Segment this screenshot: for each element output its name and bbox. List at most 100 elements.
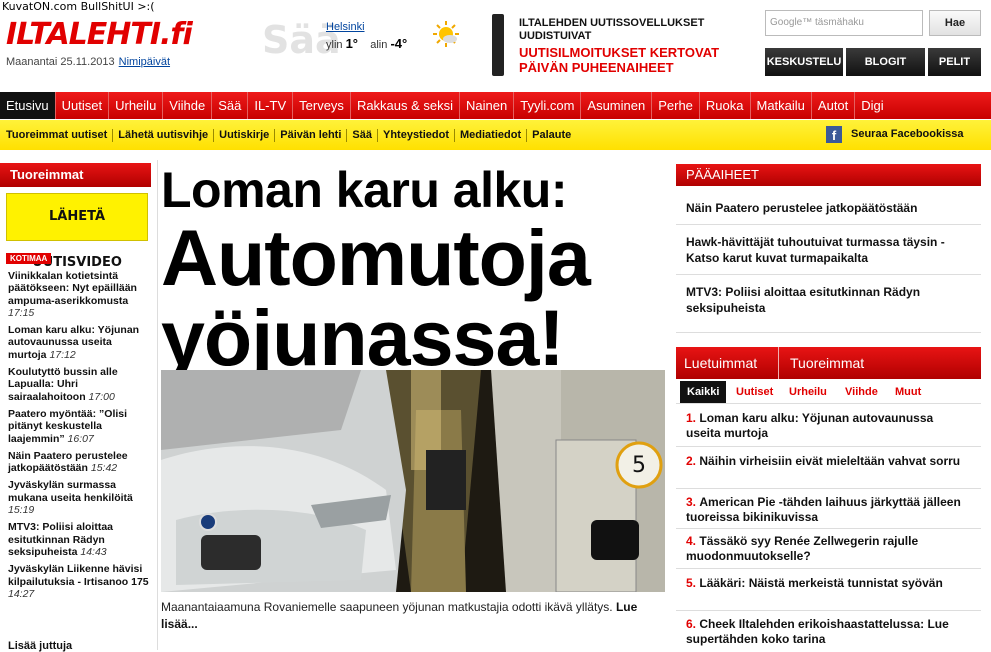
divider xyxy=(676,446,981,447)
subtab-muut[interactable]: Muut xyxy=(888,381,928,403)
tab-most-read[interactable]: Luetuimmat nyt xyxy=(676,347,779,403)
divider xyxy=(676,274,981,275)
rank-number: 5. xyxy=(686,576,697,590)
ranked-item[interactable]: 6. Cheek Iltalehden erikoishaastatteluss… xyxy=(686,617,971,647)
nav-item-etusivu[interactable]: Etusivu xyxy=(0,92,56,119)
svg-text:5: 5 xyxy=(632,453,646,478)
logo-main: ILTALEHTI xyxy=(6,17,161,52)
temp-low: -4° xyxy=(390,36,408,51)
nav-item-ruoka[interactable]: Ruoka xyxy=(700,92,751,119)
section-badge: KOTIMAA xyxy=(6,253,52,264)
list-item-time: 14:43 xyxy=(80,545,107,558)
ranked-item[interactable]: 4. Tässäkö syy Renée Zellwegerin rajulle… xyxy=(686,534,971,564)
subnav-item[interactable]: Lähetä uutisvihje xyxy=(113,128,215,142)
nav-item-iltv[interactable]: IL-TV xyxy=(248,92,294,119)
subnav-item[interactable]: Uutiskirje xyxy=(214,128,276,142)
list-item[interactable]: Paatero myöntää: ”Olisi pitänyt keskuste… xyxy=(8,408,149,445)
list-item[interactable]: Jyväskylän surmassa mukana useita henkil… xyxy=(8,479,149,516)
subtab-kaikki[interactable]: Kaikki xyxy=(680,381,727,403)
send-video-banner[interactable]: LÄHETÄ UUTISVIDEO xyxy=(6,193,148,270)
list-item[interactable]: MTV3: Poliisi aloittaa esitutkinnan Rädy… xyxy=(8,521,149,558)
caption-text: Maanantaiaamuna Rovaniemelle saapuneen y… xyxy=(161,600,613,614)
nav-item-viihde[interactable]: Viihde xyxy=(163,92,213,119)
facebook-follow-link[interactable]: Seuraa Facebookissa xyxy=(851,128,964,140)
list-item[interactable]: Koulutyttö bussin alle Lapualla: Uhri sa… xyxy=(8,366,149,403)
top-stories-header: PÄÄAIHEET xyxy=(676,164,981,186)
ranked-item[interactable]: 1. Loman karu alku: Yöjunan autovaunussa… xyxy=(686,411,971,441)
headline-line-1: Automutoja xyxy=(161,213,591,302)
nav-item-digi[interactable]: Digi xyxy=(855,92,889,119)
ranked-title: Näihin virheisiin eivät mieleltään vahva… xyxy=(699,454,961,468)
list-item-time: 17:15 xyxy=(8,306,35,319)
ranked-item[interactable]: 3. American Pie -tähden laihuus järkyttä… xyxy=(686,495,971,525)
headline-line-2: yöjunassa! xyxy=(161,293,565,382)
nav-item-saa[interactable]: Sää xyxy=(212,92,249,119)
site-logo[interactable]: ILTALEHTI.fi xyxy=(6,17,193,52)
photo-caption: Maanantaiaamuna Rovaniemelle saapuneen y… xyxy=(161,599,666,633)
divider xyxy=(676,488,981,489)
search-button[interactable]: Hae xyxy=(929,10,981,36)
weather-city-link[interactable]: Helsinki xyxy=(326,21,365,33)
rank-number: 6. xyxy=(686,617,697,631)
ranked-item[interactable]: 5. Lääkäri: Näistä merkeistä tunnistat s… xyxy=(686,576,971,591)
weather-temps: ylin 1° alin -4° xyxy=(326,36,407,51)
nav-item-urheilu[interactable]: Urheilu xyxy=(109,92,164,119)
main-news-photo[interactable]: 5 xyxy=(161,370,665,592)
nav-item-tyyli[interactable]: Tyyli.com xyxy=(514,92,582,119)
subnav-item[interactable]: Tuoreimmat uutiset xyxy=(0,128,114,142)
ranked-item[interactable]: 2. Näihin virheisiin eivät mieleltään va… xyxy=(686,454,971,469)
facebook-icon[interactable]: f xyxy=(826,126,842,143)
subnav-item[interactable]: Päivän lehti xyxy=(275,128,348,142)
ranked-title: Lääkäri: Näistä merkeistä tunnistat syöv… xyxy=(699,576,943,590)
games-button[interactable]: PELIT xyxy=(928,48,981,76)
tab-latest[interactable]: Tuoreimmat xyxy=(790,347,864,379)
nav-item-nainen[interactable]: Nainen xyxy=(460,92,515,119)
blogs-button[interactable]: BLOGIT xyxy=(846,48,925,76)
list-item[interactable]: Viinikkalan kotietsintä päätökseen: Nyt … xyxy=(8,270,149,319)
current-date: Maanantai 25.11.2013 Nimipäivät xyxy=(6,56,170,68)
temp-high-label: ylin xyxy=(326,39,343,51)
list-item-title: Viinikkalan kotietsintä päätökseen: Nyt … xyxy=(8,270,137,307)
top-story-link[interactable]: MTV3: Poliisi aloittaa esitutkinnan Rädy… xyxy=(686,284,976,316)
search-input[interactable]: Google™ täsmähaku xyxy=(765,10,923,36)
top-story-link[interactable]: Näin Paatero perustelee jatkopäätöstään xyxy=(686,200,976,216)
top-story-link[interactable]: Hawk-hävittäjät tuhoutuivat turmassa täy… xyxy=(686,234,976,266)
subnav-item[interactable]: Mediatiedot xyxy=(455,128,528,142)
nav-item-uutiset[interactable]: Uutiset xyxy=(56,92,110,119)
ranked-title: Cheek Iltalehden erikoishaastattelussa: … xyxy=(686,617,949,646)
subnav-item[interactable]: Palaute xyxy=(527,129,576,142)
nav-item-asuminen[interactable]: Asuminen xyxy=(581,92,653,119)
phone-icon xyxy=(492,14,504,76)
name-days-link[interactable]: Nimipäivät xyxy=(119,56,170,68)
more-stories-link[interactable]: Lisää juttuja xyxy=(8,640,72,652)
nav-item-perhe[interactable]: Perhe xyxy=(652,92,700,119)
list-item[interactable]: Jyväskylän Liikenne hävisi kilpailutuksi… xyxy=(8,563,149,600)
nav-item-autot[interactable]: Autot xyxy=(812,92,856,119)
app-promo-subtitle[interactable]: UUTISILMOITUKSET KERTOVAT PÄIVÄN PUHEENA… xyxy=(519,45,739,75)
divider xyxy=(676,332,981,333)
headline-main[interactable]: Automutoja yöjunassa! xyxy=(161,213,591,382)
temp-low-label: alin xyxy=(370,39,388,51)
watermark: KuvatON.com BullShitUI >:( xyxy=(0,0,157,13)
list-item-time: 15:19 xyxy=(8,504,35,517)
list-item-title: Jyväskylän surmassa mukana useita henkil… xyxy=(8,479,133,504)
divider xyxy=(676,528,981,529)
discussion-button[interactable]: KESKUSTELU xyxy=(765,48,843,76)
headline-top[interactable]: Loman karu alku: xyxy=(161,163,568,217)
nav-item-rakkaus[interactable]: Rakkaus & seksi xyxy=(351,92,461,119)
subnav-item[interactable]: Sää xyxy=(347,128,378,142)
divider xyxy=(676,610,981,611)
list-item[interactable]: Loman karu alku: Yöjunan autovaunussa us… xyxy=(8,324,149,361)
sub-nav: Tuoreimmat uutiset Lähetä uutisvihje Uut… xyxy=(0,120,991,150)
subtab-urheilu[interactable]: Urheilu xyxy=(782,381,834,403)
subtab-uutiset[interactable]: Uutiset xyxy=(729,381,780,403)
list-item[interactable]: Näin Paatero perustelee jatkopäätöstään … xyxy=(8,450,149,475)
nav-item-terveys[interactable]: Terveys xyxy=(293,92,351,119)
app-promo-title[interactable]: ILTALEHDEN UUTISSOVELLUKSET UUDISTUIVAT xyxy=(519,17,729,43)
nav-item-matkailu[interactable]: Matkailu xyxy=(751,92,812,119)
ranked-title: Loman karu alku: Yöjunan autovaunussa us… xyxy=(686,411,934,440)
ranked-title: American Pie -tähden laihuus järkyttää j… xyxy=(686,495,961,524)
logo-suffix: .fi xyxy=(160,17,193,52)
subnav-item[interactable]: Yhteystiedot xyxy=(378,128,455,142)
subtab-viihde[interactable]: Viihde xyxy=(838,381,885,403)
